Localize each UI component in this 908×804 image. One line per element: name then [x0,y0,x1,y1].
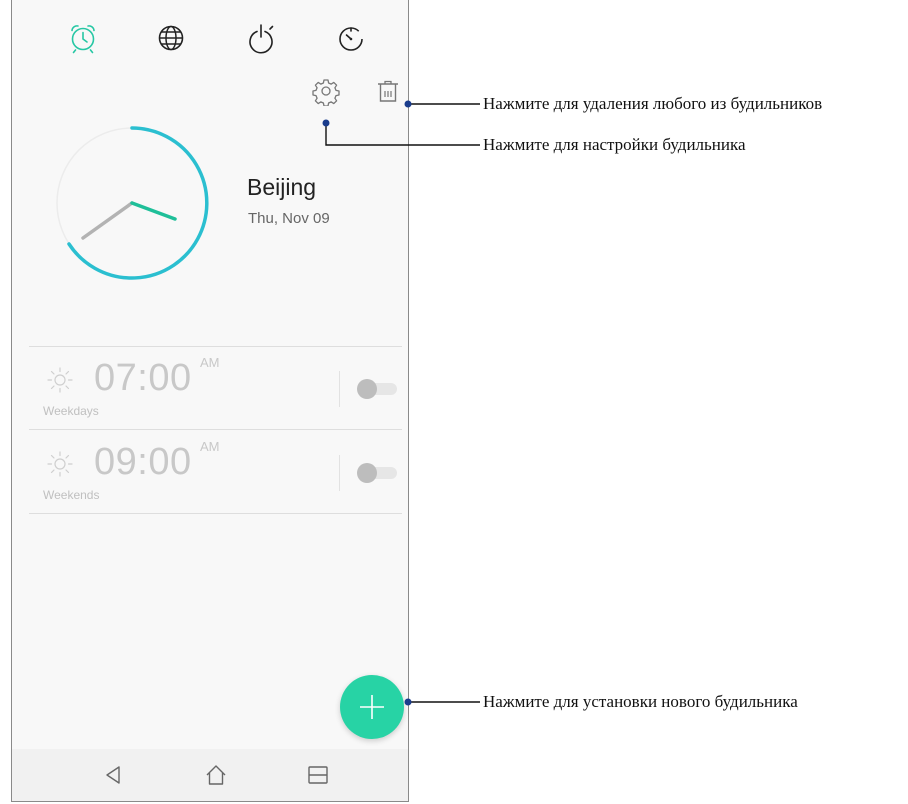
alarm-clock-icon [71,25,95,54]
recents-button[interactable] [305,762,331,788]
sun-icon [46,450,74,478]
plus-icon [360,695,384,719]
home-button[interactable] [203,762,229,788]
sun-icon [46,366,74,394]
alarm-ampm: AM [200,355,220,370]
trash-icon [378,80,398,102]
navigation-bar [12,749,408,801]
analog-clock [52,123,212,283]
alarm-toggle[interactable] [357,379,399,399]
divider [29,429,402,430]
toggle-knob [357,463,377,483]
timer-tab[interactable] [333,20,369,56]
home-icon [206,765,226,785]
alarm-item[interactable]: 07:00 AM Weekdays [29,347,402,429]
toggle-knob [357,379,377,399]
alarm-repeat: Weekends [43,488,100,502]
divider [29,513,402,514]
alarm-tab[interactable] [65,20,101,56]
delete-callout: Нажмите для удаления любого из будильник… [483,94,823,113]
alarm-item[interactable]: 09:00 AM Weekends [29,431,402,513]
stopwatch-tab[interactable] [243,20,279,56]
separator [339,371,340,407]
settings-callout: Нажмите для настройки будильника [483,135,746,154]
tab-bar [12,0,408,80]
alarm-ampm: AM [200,439,220,454]
back-button[interactable] [101,762,127,788]
globe-icon [158,25,184,51]
timer-icon [339,27,363,51]
separator [339,455,340,491]
add-callout: Нажмите для установки нового будильника [483,692,798,711]
recents-icon [308,766,328,784]
back-triangle-icon [106,766,120,784]
alarm-repeat: Weekdays [43,404,99,418]
gear-icon [312,79,340,106]
phone-screen: Beijing Thu, Nov 09 07:00 AM Weekdays 09… [11,0,409,802]
clock-city: Beijing [247,174,317,200]
delete-alarms-button[interactable] [373,76,403,106]
stopwatch-icon [249,24,274,54]
world-clock-tab[interactable] [153,20,189,56]
alarm-toggle[interactable] [357,463,399,483]
clock-date: Thu, Nov 09 [248,210,330,227]
add-alarm-button[interactable] [340,675,404,739]
alarm-settings-button[interactable] [311,76,341,106]
alarm-time: 09:00 [94,441,192,483]
alarm-time: 07:00 [94,357,192,399]
